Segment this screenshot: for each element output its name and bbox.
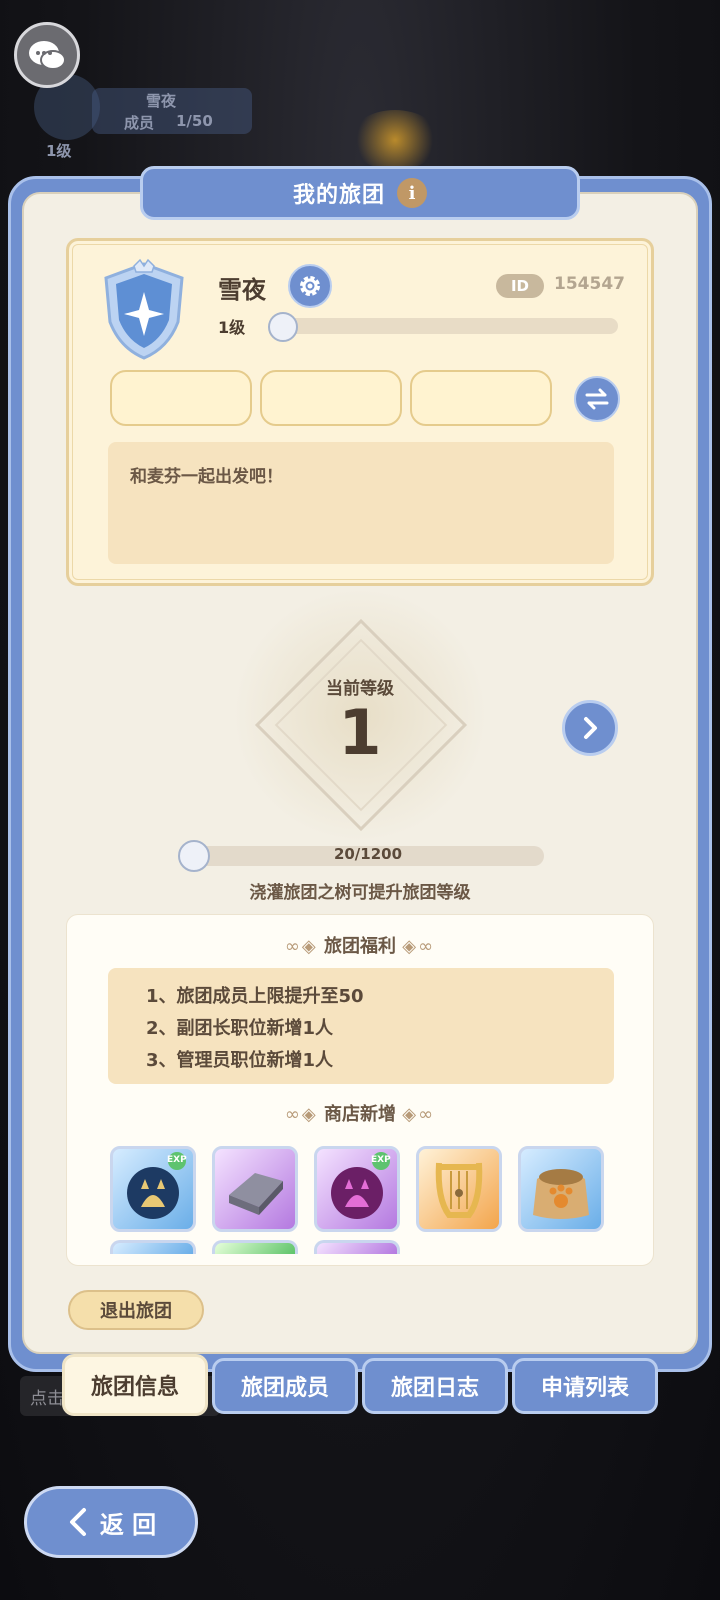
guild-motto-box [108,442,614,564]
shop-item-cat-exp-purple[interactable]: EXP [314,1146,400,1232]
swap-arrows-icon [585,388,609,410]
info-icon[interactable]: i [397,178,427,208]
swap-button[interactable] [574,376,620,422]
ornament-left-icon: ∞◈ [284,1104,318,1125]
tab-guild-log[interactable]: 旅团日志 [362,1358,508,1414]
back-arrow-icon [69,1508,86,1536]
benefits-title: 旅团福利 [324,936,396,957]
level-up-hint: 浇灌旅团之树可提升旅团等级 [249,883,471,903]
guild-id: 154547 [554,274,625,294]
gear-icon [300,276,320,296]
shop-item-paw-food-bag[interactable] [518,1146,604,1232]
shop-item-lyre[interactable] [416,1146,502,1232]
benefit-line: 2、副团长职位新增1人 [146,1018,334,1039]
guild-motto: 和麦芬一起出发吧！ [130,467,283,487]
chat-bubble-icon [29,41,66,70]
exp-badge: EXP [167,1155,187,1165]
exp-text: 20/1200 [333,845,403,863]
guild-settings-button[interactable] [288,264,332,308]
tab-guild-members[interactable]: 旅团成员 [212,1358,358,1414]
guild-crest-icon [104,258,184,360]
guild-name: 雪夜 [218,276,266,304]
tab-guild-info[interactable]: 旅团信息 [62,1354,208,1416]
shop-item-partial[interactable] [212,1240,298,1254]
shop-item-partial[interactable] [314,1240,400,1254]
shop-item-partial[interactable] [110,1240,196,1254]
title-slot-1[interactable] [110,370,252,426]
shop-item-silver-ingot[interactable] [212,1146,298,1232]
background-lamp [350,110,440,170]
page-title: 我的旅团 [292,183,385,208]
benefit-line: 1、旅团成员上限提升至50 [146,986,364,1007]
ornament-right-icon: ◈∞ [402,1104,436,1125]
tab-application-list[interactable]: 申请列表 [512,1358,658,1414]
id-badge: ID [496,274,544,298]
back-button[interactable]: 返 回 [24,1486,198,1558]
guild-level-text: 1级 [218,318,246,337]
shop-item-cat-exp-blue[interactable]: EXP [110,1146,196,1232]
benefit-line: 3、管理员职位新增1人 [146,1050,334,1071]
chat-button[interactable] [14,22,80,88]
title-slot-3[interactable] [410,370,552,426]
background-members-label: 成员 [124,114,155,132]
background-guild-name: 雪夜 [146,92,177,110]
ornament-right-icon: ◈∞ [402,936,436,957]
chevron-right-icon [584,717,597,739]
back-label: 返 回 [99,1510,157,1539]
background-level: 1级 [46,142,72,160]
paw-food-bag-icon [533,1169,589,1219]
title-banner: 我的旅团 i [140,166,580,220]
lyre-icon [435,1162,483,1218]
quit-guild-button[interactable]: 退出旅团 [68,1290,204,1330]
next-level-button[interactable] [562,700,618,756]
background-members-count: 1/50 [176,112,213,130]
crown-icon [268,312,298,342]
ornament-left-icon: ∞◈ [284,936,318,957]
silver-ingot-icon [229,1173,283,1215]
exp-badge: EXP [371,1155,391,1165]
shop-title: 商店新增 [324,1104,396,1125]
title-slot-2[interactable] [260,370,402,426]
guild-level-bar [280,318,618,334]
benefits-title-row: ∞◈ 旅团福利 ◈∞ [0,932,720,958]
shop-title-row: ∞◈ 商店新增 ◈∞ [0,1100,720,1126]
